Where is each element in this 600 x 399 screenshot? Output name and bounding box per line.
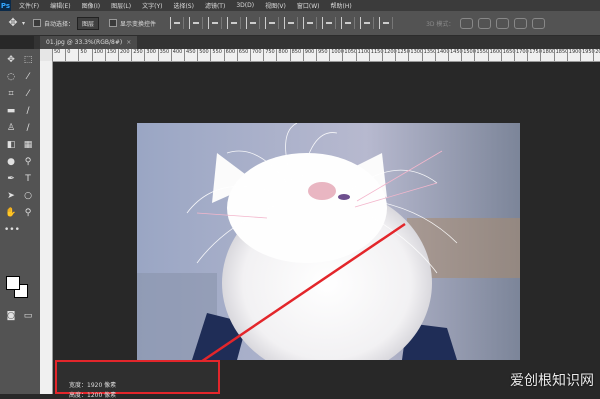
- height-info: 高度：1200 像素: [69, 392, 117, 399]
- annotation-arrow: [176, 222, 406, 379]
- image-size-info-box: 宽度：1920 像素 高度：1200 像素: [55, 360, 220, 399]
- width-info: 宽度：1920 像素: [69, 382, 117, 389]
- foreground-color-swatch[interactable]: [6, 276, 20, 290]
- watermark: 爱创根知识网: [510, 373, 594, 389]
